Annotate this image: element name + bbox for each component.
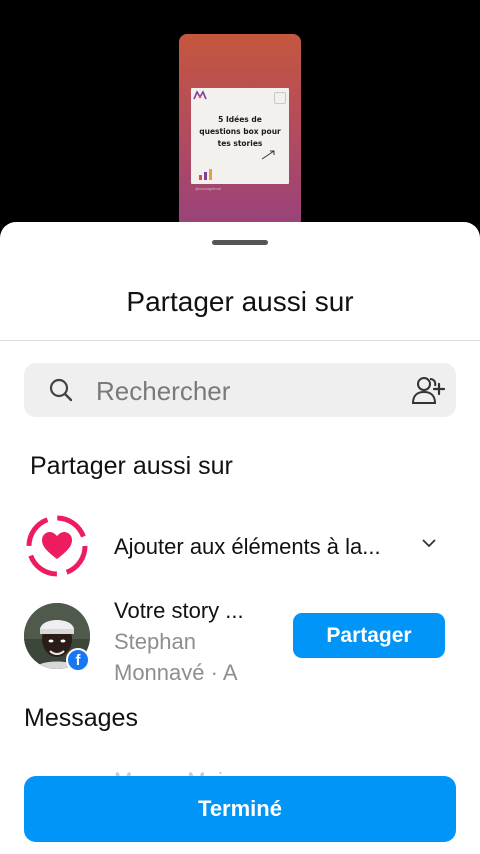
search-icon	[49, 378, 73, 402]
chevron-down-icon[interactable]	[421, 535, 437, 551]
share-button[interactable]: Partager	[293, 613, 445, 658]
section-title: Partager aussi sur	[30, 452, 233, 480]
sheet-title: Partager aussi sur	[126, 286, 354, 317]
add-people-icon[interactable]	[410, 375, 446, 405]
drag-handle[interactable]	[212, 240, 268, 245]
favorites-heart-icon	[26, 515, 88, 577]
post-handle: @manageimoi	[195, 186, 221, 191]
post-corner-icon	[274, 92, 286, 104]
story-title: Votre story ...	[114, 598, 244, 623]
bar-chart-icon	[199, 169, 212, 180]
favorites-label: Ajouter aux éléments à la...	[114, 534, 381, 559]
avatar-container: f	[24, 603, 90, 672]
share-sheet: Partager aussi sur Partager aussi sur Aj…	[0, 222, 480, 854]
search-bar	[24, 363, 456, 419]
search-input[interactable]	[94, 363, 398, 419]
messages-title: Messages	[24, 704, 138, 732]
arrow-icon	[261, 150, 275, 160]
done-button[interactable]: Terminé	[24, 776, 456, 842]
story-account-name: Stephan	[114, 629, 196, 654]
story-row: f Votre story ... Stephan Monnayé · A Pa…	[24, 594, 456, 680]
post-title: 5 Idées de questions box pour tes storie…	[199, 115, 281, 148]
brand-logo-icon	[193, 90, 207, 100]
facebook-icon: f	[66, 648, 90, 672]
divider	[0, 340, 480, 341]
story-post-card: 5 Idées de questions box pour tes storie…	[191, 88, 289, 184]
story-account-detail: Monnayé · A	[114, 660, 238, 680]
favorites-row[interactable]: Ajouter aux éléments à la...	[24, 513, 456, 579]
